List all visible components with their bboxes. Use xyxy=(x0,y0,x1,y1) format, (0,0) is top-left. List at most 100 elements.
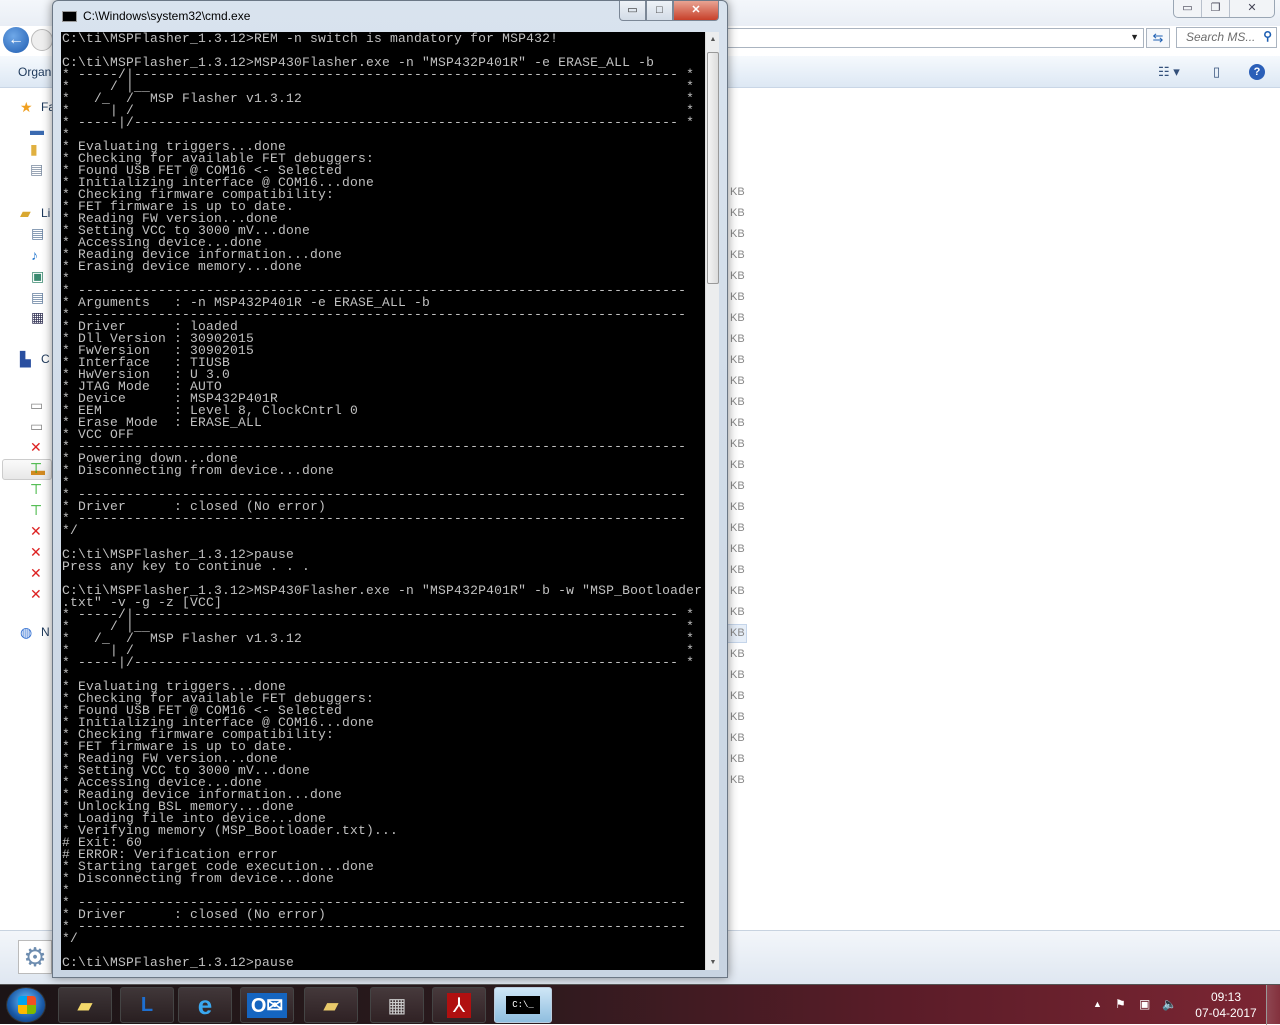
view-options-icon[interactable]: ☷ ▾ xyxy=(1158,64,1180,80)
disconnected-network-drive-icon[interactable]: ✕ xyxy=(30,544,42,560)
organize-menu[interactable]: Organ xyxy=(18,65,51,79)
recent-places-icon[interactable]: ▤ xyxy=(30,161,43,177)
console-line: * -----|/-------------------------------… xyxy=(62,115,695,130)
file-size-cell: KB xyxy=(730,627,745,639)
documents-icon[interactable]: ▤ xyxy=(31,225,44,241)
network-drive-icon[interactable]: ⊤ xyxy=(30,502,42,518)
file-size-cell: KB xyxy=(730,648,745,660)
clock[interactable]: 09:13 07-04-2017 xyxy=(1186,989,1266,1021)
folder-icon: ▰ xyxy=(323,994,339,1017)
file-size-cell: KB xyxy=(730,375,745,387)
taskbar-outlook[interactable]: O✉ xyxy=(240,987,294,1023)
drive-icon[interactable]: ▭ xyxy=(30,397,43,413)
network-drive-icon[interactable]: ⊤ xyxy=(30,481,42,497)
console-lines: C:\ti\MSPFlasher_1.3.12>REM -n switch is… xyxy=(62,32,702,969)
taskbar: ▰ L e O✉ ▰ ▦ ⅄ C:\_ ▲ ⚑ ▣ 🔈 09:13 07-04-… xyxy=(0,984,1280,1025)
music-icon[interactable]: ♪ xyxy=(31,247,38,263)
file-size-cell: KB xyxy=(730,564,745,576)
close-button[interactable]: ✕ xyxy=(1230,0,1274,17)
computer-icon[interactable]: ▙ xyxy=(20,351,31,367)
action-center-flag-icon[interactable]: ⚑ xyxy=(1115,997,1126,1011)
desktop-icon[interactable]: ▬ xyxy=(30,122,44,138)
file-size-column: KB KB KB KB KB KB KB KB KB KB KB KB KB KB KB KB KB KB KB KB… xyxy=(730,185,745,794)
console-line: */ xyxy=(62,931,79,946)
preview-pane-icon[interactable]: ▯ xyxy=(1213,64,1220,80)
search-placeholder: Search MS... xyxy=(1186,30,1256,44)
file-size-cell: KB xyxy=(730,270,745,282)
start-button[interactable] xyxy=(6,987,46,1023)
network-drive-icon[interactable]: ⊤ xyxy=(30,460,42,476)
nav-computer[interactable]: C xyxy=(41,352,50,366)
file-size-cell: KB xyxy=(730,207,745,219)
podcasts-icon[interactable]: ▤ xyxy=(31,289,44,305)
taskbar-file-explorer[interactable]: ▰ xyxy=(304,987,358,1023)
nav-network[interactable]: N xyxy=(41,625,50,639)
file-size-cell: KB xyxy=(730,438,745,450)
favorites-star-icon[interactable]: ★ xyxy=(20,99,33,115)
console-line: * -----|/-------------------------------… xyxy=(62,655,695,670)
show-hidden-icons-arrow[interactable]: ▲ xyxy=(1093,999,1102,1009)
minimize-button[interactable]: ▭ xyxy=(619,1,646,21)
network-icon[interactable]: ◍ xyxy=(20,624,32,640)
navigation-pane: ★ Fa ▬ ▮ ▤ ▰ Li ▤ ♪ ▣ ▤ ▦ ▙ C ▬ ▭ ▭ ✕ ⊤ … xyxy=(0,89,55,929)
file-size-cell: KB xyxy=(730,417,745,429)
file-size-cell: KB xyxy=(730,711,745,723)
show-desktop-button[interactable] xyxy=(1266,985,1280,1025)
file-size-cell: KB xyxy=(730,396,745,408)
drive-icon[interactable]: ▭ xyxy=(30,418,43,434)
maximize-button[interactable]: □ xyxy=(646,1,673,21)
chevron-down-icon[interactable]: ▼ xyxy=(1130,32,1139,42)
volume-icon[interactable]: 🔈 xyxy=(1162,997,1177,1011)
file-size-cell: KB xyxy=(730,585,745,597)
scrollbar-thumb[interactable] xyxy=(707,51,719,284)
downloads-icon[interactable]: ▮ xyxy=(30,141,38,157)
clock-time: 09:13 xyxy=(1210,990,1242,1004)
file-size-cell: KB xyxy=(730,753,745,765)
console-line: * Disconnecting from device...done xyxy=(62,463,335,478)
search-input[interactable]: Search MS... ⚲ xyxy=(1176,27,1277,48)
disconnected-network-drive-icon[interactable]: ✕ xyxy=(30,565,42,581)
disconnected-network-drive-icon[interactable]: ✕ xyxy=(30,586,42,602)
windows-logo-icon xyxy=(18,996,36,1014)
libraries-icon[interactable]: ▰ xyxy=(20,205,31,221)
taskbar-command-prompt[interactable]: C:\_ xyxy=(494,987,552,1023)
taskbar-sticky-notes[interactable]: ▰ xyxy=(58,987,112,1023)
help-icon[interactable]: ? xyxy=(1249,64,1265,80)
selected-drive-row[interactable]: ▬ xyxy=(2,459,52,480)
console-line: C:\ti\MSPFlasher_1.3.12>REM -n switch is… xyxy=(62,32,559,46)
scroll-up-arrow[interactable]: ▲ xyxy=(706,32,720,47)
disconnected-network-drive-icon[interactable]: ✕ xyxy=(30,439,42,455)
scroll-down-arrow[interactable]: ▼ xyxy=(706,955,720,970)
videos-icon[interactable]: ▦ xyxy=(31,309,44,325)
explorer-window-controls: ▭ ❐ ✕ xyxy=(1173,0,1275,18)
file-size-cell: KB xyxy=(730,249,745,261)
sticky-notes-icon: ▰ xyxy=(77,994,93,1017)
taskbar-virtualbox[interactable]: ▦ xyxy=(370,987,424,1023)
search-icon[interactable]: ⚲ xyxy=(1263,29,1272,43)
forward-button[interactable] xyxy=(31,29,53,51)
minimize-button[interactable]: ▭ xyxy=(1174,0,1202,17)
close-button[interactable]: ✕ xyxy=(673,1,719,21)
cube-icon: ▦ xyxy=(387,994,407,1017)
refresh-button[interactable]: ⇆ xyxy=(1146,28,1170,48)
taskbar-internet-explorer[interactable]: e xyxy=(178,987,232,1023)
network-icon[interactable]: ▣ xyxy=(1139,997,1150,1011)
file-size-cell: KB xyxy=(730,522,745,534)
gear-icon: ⚙ xyxy=(18,940,52,974)
restore-button[interactable]: ❐ xyxy=(1202,0,1230,17)
taskbar-lync[interactable]: L xyxy=(120,987,174,1023)
command-prompt-icon: C:\_ xyxy=(506,996,540,1014)
vertical-scrollbar[interactable]: ▲ ▼ xyxy=(705,32,719,970)
file-size-cell: KB xyxy=(730,774,745,786)
nav-libraries[interactable]: Li xyxy=(41,206,50,220)
internet-explorer-icon: e xyxy=(197,989,213,1020)
disconnected-network-drive-icon[interactable]: ✕ xyxy=(30,523,42,539)
file-size-cell: KB xyxy=(730,291,745,303)
console-output[interactable]: C:\ti\MSPFlasher_1.3.12>REM -n switch is… xyxy=(61,32,713,970)
window-title: C:\Windows\system32\cmd.exe xyxy=(83,9,251,23)
back-button[interactable]: ← xyxy=(3,27,29,53)
pictures-icon[interactable]: ▣ xyxy=(31,268,44,284)
taskbar-adobe-reader[interactable]: ⅄ xyxy=(432,987,486,1023)
file-size-cell: KB xyxy=(730,690,745,702)
cmd-window[interactable]: C:\Windows\system32\cmd.exe ▭ □ ✕ C:\ti\… xyxy=(52,0,728,978)
